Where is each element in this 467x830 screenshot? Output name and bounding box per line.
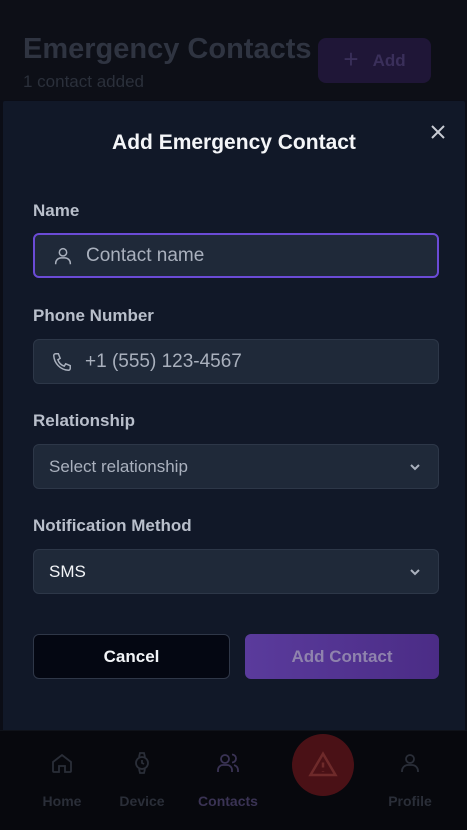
nav-item-home[interactable]: Home	[22, 751, 102, 809]
sos-button[interactable]	[292, 734, 354, 796]
name-input[interactable]	[86, 235, 437, 276]
add-contact-button[interactable]: + Add	[318, 38, 431, 83]
chevron-down-icon	[410, 568, 420, 575]
user-icon	[401, 754, 419, 772]
notification-label: Notification Method	[33, 516, 192, 535]
page-header: Emergency Contacts 1 contact added + Add	[0, 0, 467, 100]
name-field[interactable]	[33, 233, 439, 278]
notification-value: SMS	[49, 561, 86, 581]
add-contact-button-label: Add	[372, 50, 406, 70]
plus-icon: +	[343, 44, 359, 74]
nav-item-contacts-label: Contacts	[198, 793, 258, 809]
nav-item-profile-label: Profile	[388, 793, 432, 809]
phone-icon	[51, 351, 73, 373]
watch-icon	[135, 752, 149, 774]
nav-item-home-label: Home	[42, 793, 82, 809]
relationship-label: Relationship	[33, 411, 136, 430]
close-button[interactable]	[427, 121, 449, 143]
cancel-button[interactable]: Cancel	[33, 634, 230, 679]
nav-item-profile[interactable]: Profile	[370, 751, 450, 809]
users-icon	[217, 753, 239, 772]
add-contact-modal: Add Emergency Contact Name Phone Number …	[3, 101, 465, 730]
page-title: Emergency Contacts	[23, 33, 312, 65]
nav-item-contacts[interactable]: Contacts	[188, 751, 268, 809]
name-label: Name	[33, 201, 80, 220]
contacts-count: 1 contact added	[23, 72, 144, 91]
relationship-select[interactable]: Select relationship	[33, 444, 439, 489]
close-icon	[431, 125, 445, 139]
user-icon	[52, 245, 74, 267]
nav-item-device-label: Device	[119, 793, 165, 809]
home-icon	[52, 753, 72, 773]
notification-select[interactable]: SMS	[33, 549, 439, 594]
phone-field[interactable]	[33, 339, 439, 384]
phone-input[interactable]	[85, 340, 438, 383]
phone-label: Phone Number	[33, 306, 154, 325]
chevron-down-icon	[410, 463, 420, 470]
nav-item-device[interactable]: Device	[102, 751, 182, 809]
alert-triangle-icon	[308, 751, 338, 777]
app-root: Emergency Contacts 1 contact added + Add…	[0, 0, 467, 830]
bottom-nav: Home Device Contacts Profile	[0, 730, 467, 830]
relationship-value: Select relationship	[49, 456, 188, 476]
add-contact-submit-button[interactable]: Add Contact	[245, 634, 439, 679]
modal-title: Add Emergency Contact	[112, 131, 356, 154]
